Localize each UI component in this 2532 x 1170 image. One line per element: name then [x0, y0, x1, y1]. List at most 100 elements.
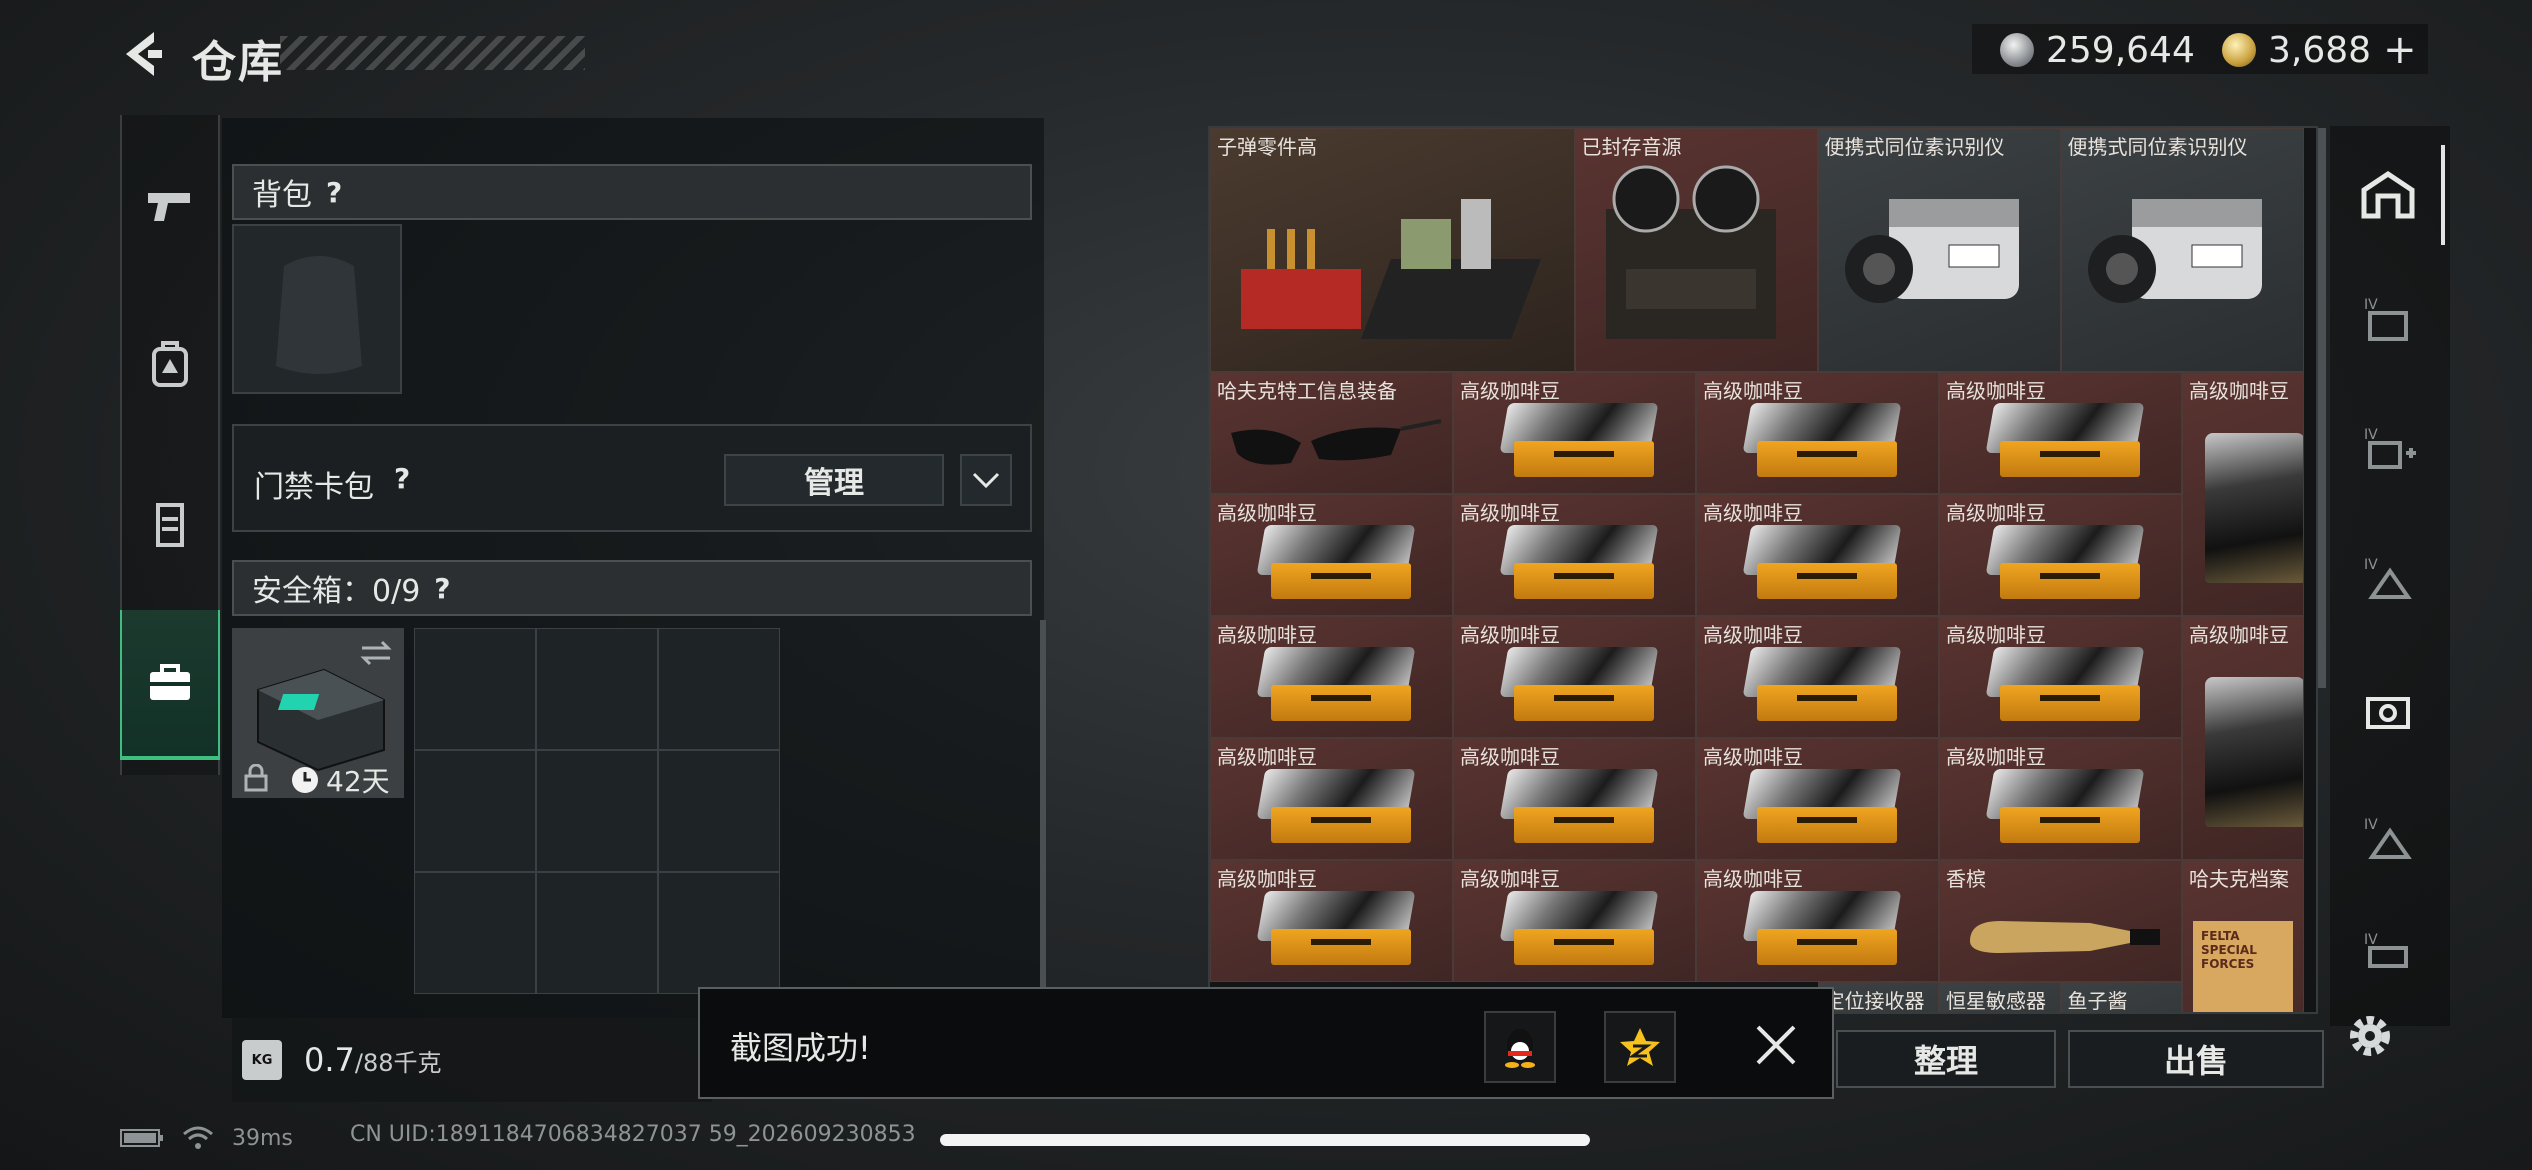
nav-weapons[interactable] [120, 135, 220, 275]
status-bar: 39ms [120, 1118, 293, 1158]
inventory-item[interactable]: 高级咖啡豆 [1210, 616, 1453, 738]
safebox-grid-cell[interactable] [536, 628, 658, 750]
inventory-item[interactable]: FELTA SPECIAL FORCES 哈夫克档案 [2182, 860, 2304, 1012]
tab-storage-1[interactable]: IV [2335, 270, 2445, 370]
inventory-item[interactable]: 高级咖啡豆 [1696, 738, 1939, 860]
inventory-item-label: 高级咖啡豆 [1460, 379, 1560, 403]
manage-button[interactable]: 管理 [724, 454, 944, 506]
inventory-scrollbar[interactable] [2318, 128, 2326, 688]
coffee-bag-icon [1742, 525, 1902, 605]
share-qq-button[interactable] [1484, 1011, 1556, 1083]
inventory-item-label: 高级咖啡豆 [1946, 501, 2046, 525]
coffee-bag-icon [1985, 403, 2145, 483]
coffee-bag-icon [1499, 769, 1659, 849]
inventory-item[interactable]: 高级咖啡豆 [2182, 616, 2304, 860]
svg-text:IV: IV [2364, 932, 2378, 948]
inventory-item-label: 便携式同位素识别仪 [1824, 135, 2005, 159]
safebox-slot[interactable]: 42天 [232, 628, 404, 798]
safebox-grid-cell[interactable] [414, 872, 536, 994]
uid-text: CN UID:1891184706834827037 59_2026092308… [350, 1122, 916, 1147]
backpack-slot[interactable] [232, 224, 402, 394]
home-indicator[interactable] [940, 1134, 1590, 1146]
tab-storage-collectibles[interactable] [2335, 660, 2445, 760]
safebox-grid-cell[interactable] [414, 628, 536, 750]
inventory-item-label: 高级咖啡豆 [1946, 379, 2046, 403]
expand-button[interactable] [960, 454, 1012, 506]
inventory-item[interactable]: 恒星敏感器 [1939, 982, 2061, 1012]
inventory-item[interactable]: 鱼子酱 [2060, 982, 2182, 1012]
inventory-item[interactable]: 高级咖啡豆 [1210, 738, 1453, 860]
safebox-grid-cell[interactable] [414, 750, 536, 872]
inventory-item[interactable]: 子弹零件高 [1210, 128, 1575, 372]
inventory-item[interactable]: 高级咖啡豆 [1453, 494, 1696, 616]
backpack-icon [152, 341, 188, 387]
inventory-item-label: 高级咖啡豆 [1460, 501, 1560, 525]
inventory-item[interactable]: 高级咖啡豆 [1696, 860, 1939, 982]
inventory-item[interactable]: 香槟 [1939, 860, 2182, 982]
tab-warehouse[interactable] [2335, 145, 2445, 245]
keycard-row: 门禁卡包 ? 管理 [232, 424, 1032, 532]
sort-button[interactable]: 整理 [1836, 1030, 2056, 1088]
tab-storage-5[interactable]: IV [2335, 790, 2445, 890]
inventory-item[interactable]: 高级咖啡豆 [1453, 372, 1696, 494]
lock-icon [244, 764, 268, 792]
inventory-item[interactable]: 已封存音源 [1574, 128, 1818, 372]
gold-currency[interactable]: 3,688 + [2222, 26, 2417, 74]
inventory-item[interactable]: 高级咖啡豆 [1696, 494, 1939, 616]
keycard-label: 门禁卡包 [254, 470, 374, 505]
safebox-grid-cell[interactable] [536, 872, 658, 994]
weight-max: /88千克 [354, 1048, 442, 1077]
inventory-item[interactable]: 高级咖啡豆 [1210, 494, 1453, 616]
inventory-item[interactable]: 便携式同位素识别仪 [1817, 128, 2061, 372]
medical-box-icon: IV [2364, 427, 2416, 469]
inventory-item[interactable]: 定位接收器 [1817, 982, 1939, 1012]
sell-button[interactable]: 出售 [2068, 1030, 2324, 1088]
tab-storage-6[interactable]: IV [2335, 920, 2445, 980]
inventory-item[interactable]: 高级咖啡豆 [2182, 372, 2304, 616]
coffee-bag-icon [1985, 525, 2145, 605]
inventory-item-label: 高级咖啡豆 [1703, 745, 1803, 769]
safebox-grid-cell[interactable] [658, 872, 780, 994]
inventory-item-label: 高级咖啡豆 [1946, 623, 2046, 647]
inventory-item[interactable]: 高级咖啡豆 [1453, 860, 1696, 982]
share-qzone-button[interactable] [1604, 1011, 1676, 1083]
armor-icon [156, 503, 184, 547]
inventory-item[interactable]: 高级咖啡豆 [1696, 372, 1939, 494]
inventory-item[interactable]: 高级咖啡豆 [1696, 616, 1939, 738]
inventory-item[interactable]: 高级咖啡豆 [1939, 372, 2182, 494]
nav-backpack[interactable] [120, 295, 220, 435]
tape-recorder-icon [1605, 165, 1776, 339]
inventory-item-label: 哈夫克特工信息装备 [1217, 379, 1397, 403]
back-button[interactable] [118, 28, 166, 80]
safebox-grid-cell[interactable] [536, 750, 658, 872]
inventory-item[interactable]: 高级咖啡豆 [1939, 738, 2182, 860]
tab-storage-medical[interactable]: IV [2335, 400, 2445, 500]
coffee-bag-icon [1256, 891, 1416, 971]
dossier-icon: FELTA SPECIAL FORCES [2193, 921, 2293, 1012]
backpack-help-button[interactable]: ? [326, 176, 342, 209]
coffee-bag-icon [1499, 525, 1659, 605]
safebox-help-button[interactable]: ? [434, 572, 450, 605]
inventory-item[interactable]: 高级咖啡豆 [1453, 738, 1696, 860]
safebox-grid-cell[interactable] [658, 750, 780, 872]
left-scrollbar[interactable] [1040, 620, 1046, 990]
close-toast-button[interactable] [1752, 1021, 1800, 1069]
keycard-help-button[interactable]: ? [394, 462, 410, 495]
inventory-item[interactable]: 高级咖啡豆 [1210, 860, 1453, 982]
nav-safebox[interactable] [120, 610, 220, 760]
settings-button[interactable] [2342, 1008, 2398, 1064]
inventory-item[interactable]: 便携式同位素识别仪 [2060, 128, 2304, 372]
coffee-bag-icon [2205, 677, 2303, 827]
inventory-item[interactable]: 高级咖啡豆 [1939, 494, 2182, 616]
nav-armor[interactable] [120, 455, 220, 595]
inventory-item-label: 高级咖啡豆 [1460, 745, 1560, 769]
inventory-item[interactable]: 哈夫克特工信息装备 [1210, 372, 1453, 494]
backpack-placeholder-icon [276, 256, 362, 374]
add-gold-button[interactable]: + [2383, 27, 2417, 73]
safebox-grid-cell[interactable] [658, 628, 780, 750]
inventory-item[interactable]: 高级咖啡豆 [1453, 616, 1696, 738]
inventory-item-label: 高级咖啡豆 [1217, 623, 1317, 647]
tab-storage-gear[interactable]: IV [2335, 530, 2445, 630]
inventory-item[interactable]: 高级咖啡豆 [1939, 616, 2182, 738]
swap-icon[interactable] [358, 638, 394, 668]
